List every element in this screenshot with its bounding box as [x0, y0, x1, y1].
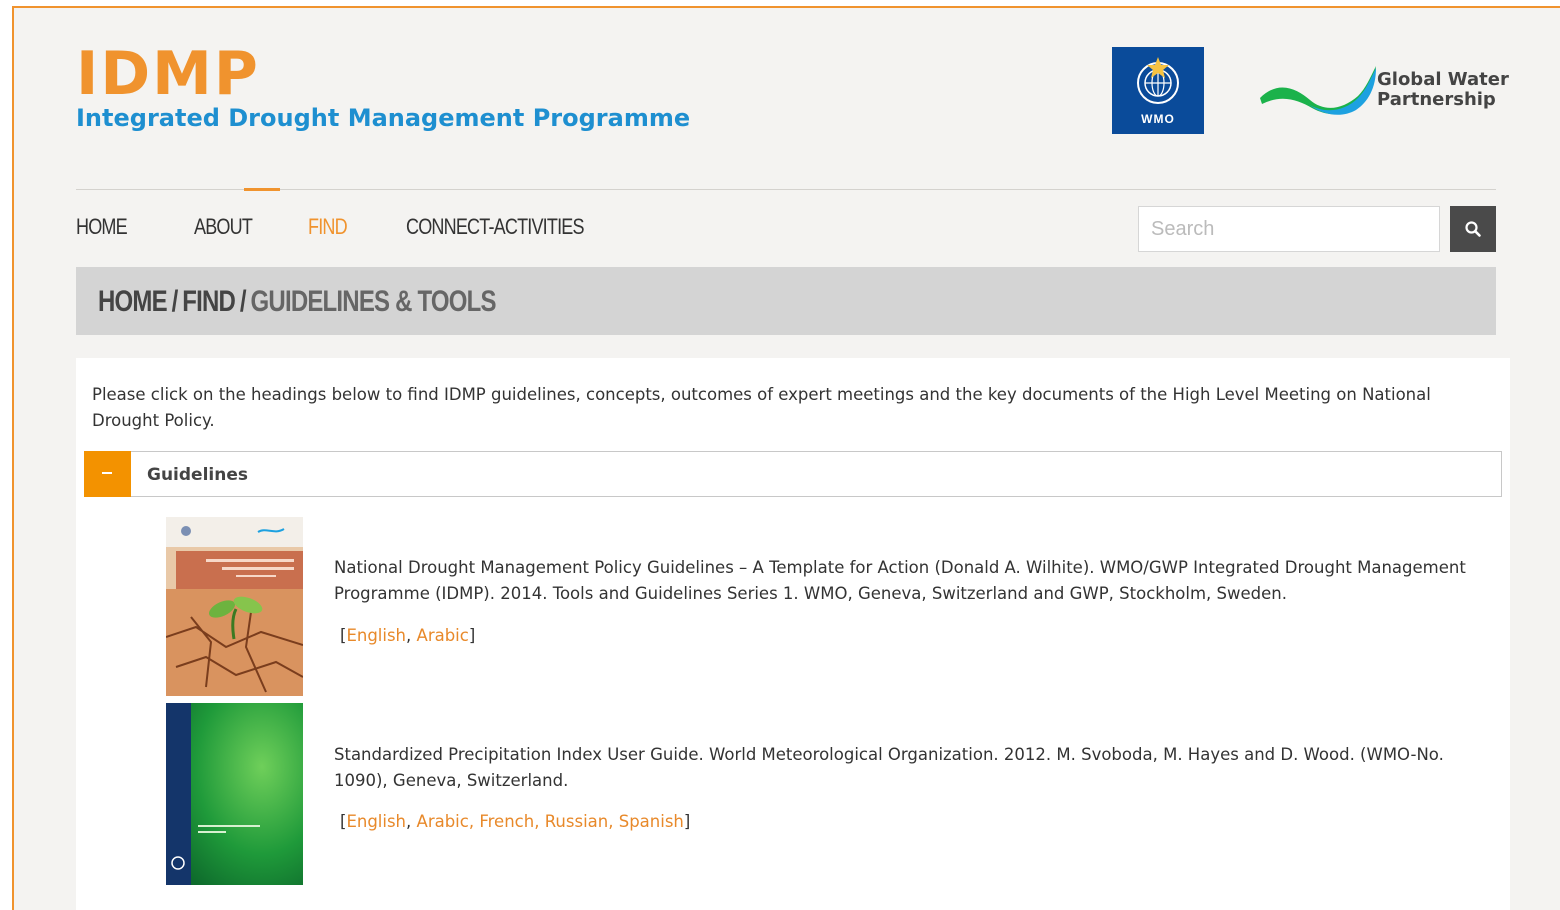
- wmo-logo-label: WMO: [1141, 112, 1175, 126]
- gwp-logo-text[interactable]: Global Water Partnership: [1377, 70, 1509, 110]
- accordion-title: Guidelines: [147, 465, 248, 485]
- entry-description: Standardized Precipitation Index User Gu…: [334, 745, 1444, 790]
- breadcrumb-current: GUIDELINES & TOOLS: [250, 285, 497, 318]
- intro-text: Please click on the headings below to fi…: [92, 385, 1431, 430]
- language-link-arabic[interactable]: Arabic: [417, 626, 469, 645]
- minus-icon: [102, 472, 112, 474]
- gwp-line1: Global Water: [1377, 69, 1509, 90]
- nav-item-home[interactable]: HOME: [76, 214, 143, 240]
- book-cover-spi-guide[interactable]: [166, 703, 303, 885]
- breadcrumb: HOME / FIND / GUIDELINES & TOOLS: [98, 285, 497, 319]
- breadcrumb-home[interactable]: HOME: [98, 285, 168, 319]
- entry-language-links: [English, Arabic]: [340, 626, 476, 645]
- language-link-english[interactable]: English: [346, 812, 406, 831]
- entry-description: National Drought Management Policy Guide…: [334, 558, 1466, 603]
- language-link-russian[interactable]: Russian: [545, 812, 609, 831]
- nav-item-find[interactable]: FIND: [308, 214, 359, 240]
- nav-item-about[interactable]: ABOUT: [194, 214, 258, 240]
- breadcrumb-separator: /: [171, 285, 179, 318]
- entry-language-links: [English, Arabic, French, Russian, Spani…: [340, 812, 691, 831]
- nav-divider: [76, 189, 1496, 190]
- accordion-guidelines[interactable]: Guidelines: [84, 451, 1502, 497]
- language-link-english[interactable]: English: [346, 626, 406, 645]
- content-panel: Please click on the headings below to fi…: [76, 358, 1510, 910]
- un-emblem-icon: [1137, 57, 1179, 104]
- search-icon: [1465, 221, 1481, 237]
- idmp-logo-title[interactable]: IDMP: [76, 42, 260, 106]
- breadcrumb-bar: HOME / FIND / GUIDELINES & TOOLS: [76, 267, 1496, 335]
- main-nav: HOME ABOUT FIND CONNECT-ACTIVITIES: [76, 214, 662, 240]
- language-link-french[interactable]: French: [479, 812, 534, 831]
- search-button[interactable]: [1450, 206, 1496, 252]
- nav-item-connect-activities[interactable]: CONNECT-ACTIVITIES: [406, 214, 586, 240]
- gwp-line2: Partnership: [1377, 89, 1496, 110]
- wmo-logo[interactable]: WMO: [1112, 47, 1204, 134]
- breadcrumb-separator: /: [239, 285, 247, 318]
- language-link-arabic[interactable]: Arabic: [417, 812, 469, 831]
- search-input[interactable]: [1138, 206, 1440, 252]
- language-link-spanish[interactable]: Spanish: [619, 812, 684, 831]
- nav-active-indicator: [244, 188, 280, 191]
- book-cover-drought-policy[interactable]: [166, 517, 303, 696]
- idmp-logo-subtitle[interactable]: Integrated Drought Management Programme: [76, 104, 690, 132]
- breadcrumb-find[interactable]: FIND: [182, 285, 236, 319]
- accordion-toggle-button[interactable]: [84, 451, 131, 497]
